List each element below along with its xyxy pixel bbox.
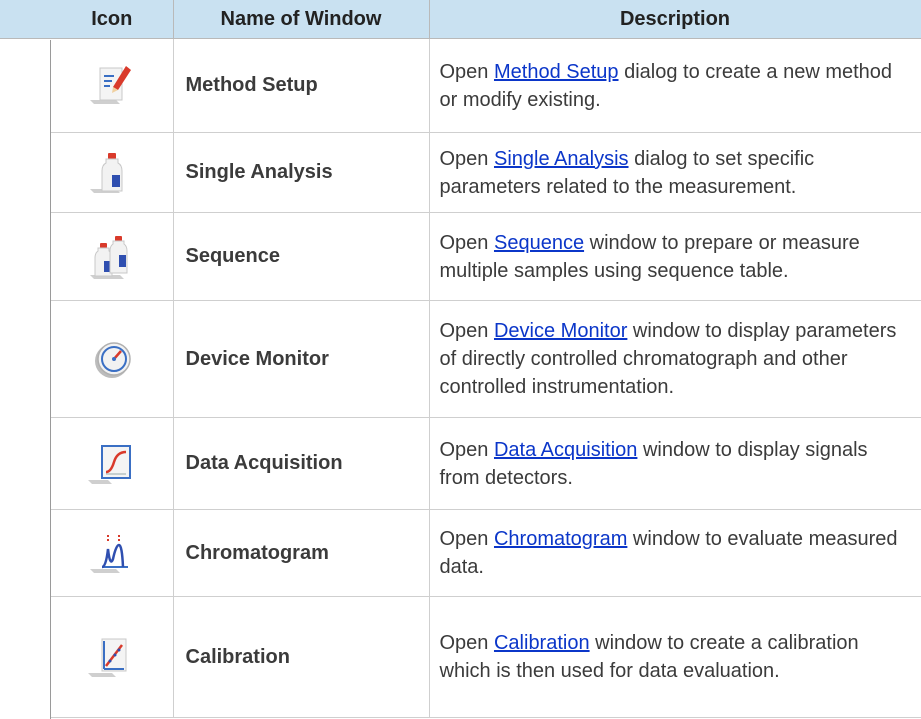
window-name: Method Setup (173, 38, 430, 133)
window-name: Chromatogram (173, 509, 430, 597)
device-monitor-icon (86, 333, 138, 385)
row-spacer (0, 39, 51, 133)
window-name: Device Monitor (173, 300, 430, 418)
table-row: Device Monitor Open Device Monitor windo… (0, 300, 921, 418)
chromatogram-link[interactable]: Chromatogram (494, 528, 627, 550)
description-text: Open (439, 60, 494, 83)
description-cell: Open Sequence window to prepare or measu… (429, 212, 921, 301)
device-monitor-link[interactable]: Device Monitor (494, 320, 627, 342)
single-analysis-link[interactable]: Single Analysis (494, 148, 629, 170)
data-acquisition-link[interactable]: Data Acquisition (494, 439, 637, 461)
icon-cell (51, 38, 174, 133)
description-cell: Open Single Analysis dialog to set speci… (429, 132, 921, 213)
window-name: Sequence (173, 212, 430, 301)
icon-cell (51, 132, 174, 213)
icon-cell (51, 596, 174, 718)
windows-table: Icon Name of Window Description Method S… (0, 0, 921, 718)
method-setup-icon (86, 60, 138, 112)
table-header-row: Icon Name of Window Description (0, 0, 921, 39)
sequence-icon (86, 231, 138, 283)
table-row: Chromatogram Open Chromatogram window to… (0, 509, 921, 597)
row-spacer (0, 301, 51, 418)
row-spacer (0, 510, 51, 597)
window-name: Calibration (173, 596, 430, 718)
single-analysis-icon (86, 147, 138, 199)
description-text: Open (439, 632, 494, 654)
row-spacer (0, 418, 51, 510)
description-text: Open (439, 231, 494, 254)
header-icon: Icon (51, 0, 174, 39)
description-cell: Open Data Acquisition window to display … (429, 417, 921, 510)
description-text: Open (439, 528, 494, 550)
row-spacer (0, 597, 51, 718)
description-cell: Open Chromatogram window to evaluate mea… (429, 509, 921, 597)
table-row: Calibration Open Calibration window to c… (0, 596, 921, 718)
chromatogram-icon (86, 527, 138, 579)
table-row: Method Setup Open Method Setup dialog to… (0, 38, 921, 133)
table-row: Sequence Open Sequence window to prepare… (0, 212, 921, 301)
table-row: Single Analysis Open Single Analysis dia… (0, 132, 921, 213)
calibration-link[interactable]: Calibration (494, 632, 590, 654)
icon-cell (51, 509, 174, 597)
description-cell: Open Device Monitor window to display pa… (429, 300, 921, 418)
window-name: Single Analysis (173, 132, 430, 213)
sequence-link[interactable]: Sequence (494, 232, 584, 254)
description-text: Open (439, 320, 494, 342)
icon-cell (51, 300, 174, 418)
icon-cell (51, 417, 174, 510)
header-name-of-window: Name of Window (173, 0, 430, 39)
description-text: Open (439, 147, 494, 170)
method-setup-link[interactable]: Method Setup (494, 61, 619, 83)
description-text: Open (439, 438, 494, 461)
calibration-icon (86, 631, 138, 683)
data-acquisition-icon (86, 438, 138, 490)
row-spacer (0, 133, 51, 213)
description-cell: Open Method Setup dialog to create a new… (429, 38, 921, 133)
header-spacer (0, 0, 51, 39)
header-description: Description (429, 0, 921, 39)
row-spacer (0, 213, 51, 301)
window-name: Data Acquisition (173, 417, 430, 510)
description-cell: Open Calibration window to create a cali… (429, 596, 921, 718)
icon-cell (51, 212, 174, 301)
table-row: Data Acquisition Open Data Acquisition w… (0, 417, 921, 510)
